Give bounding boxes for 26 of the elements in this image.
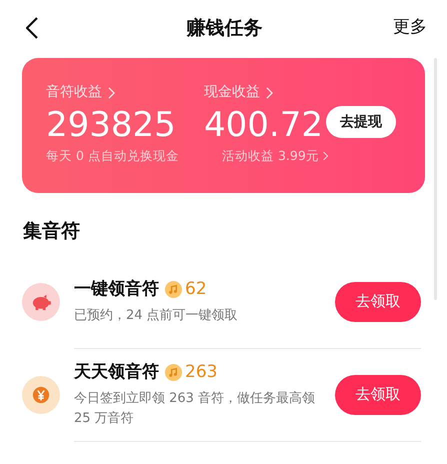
chevron-right-icon [266, 86, 273, 98]
notes-income-value: 293825 [46, 104, 177, 147]
notes-income-label[interactable]: 音符收益 [46, 82, 102, 103]
more-link[interactable]: 更多 [393, 15, 427, 41]
activity-income-link[interactable]: 活动收益 3.99元 [222, 147, 319, 166]
exchange-note: 每天 0 点自动兑换现金 [46, 147, 180, 165]
task-title: 天天领音符 [74, 360, 159, 384]
section-title: 集音符 [22, 219, 81, 244]
reward-count: 62 [185, 278, 207, 301]
task-description: 今日签到立即领 263 音符，做任务最高领 25 万音符 [74, 390, 316, 428]
music-note-icon [165, 281, 182, 298]
reward-count: 263 [185, 360, 218, 384]
claim-button[interactable]: 去领取 [335, 374, 421, 414]
task-description: 已预约，24 点前可一键领取 [74, 307, 239, 326]
chevron-right-icon [108, 86, 115, 98]
chevron-right-icon [322, 150, 328, 162]
claim-button[interactable]: 去领取 [335, 282, 421, 322]
withdraw-button[interactable]: 去提现 [326, 106, 396, 138]
yen-coin-icon [22, 376, 60, 414]
piggy-bank-icon [22, 282, 60, 320]
cash-income-value: 400.72 [204, 104, 324, 147]
music-note-icon [165, 364, 182, 381]
back-icon[interactable] [26, 17, 38, 39]
task-title: 一键领音符 [74, 278, 159, 301]
page-title: 赚钱任务 [186, 16, 262, 41]
cash-income-label[interactable]: 现金收益 [204, 82, 260, 103]
